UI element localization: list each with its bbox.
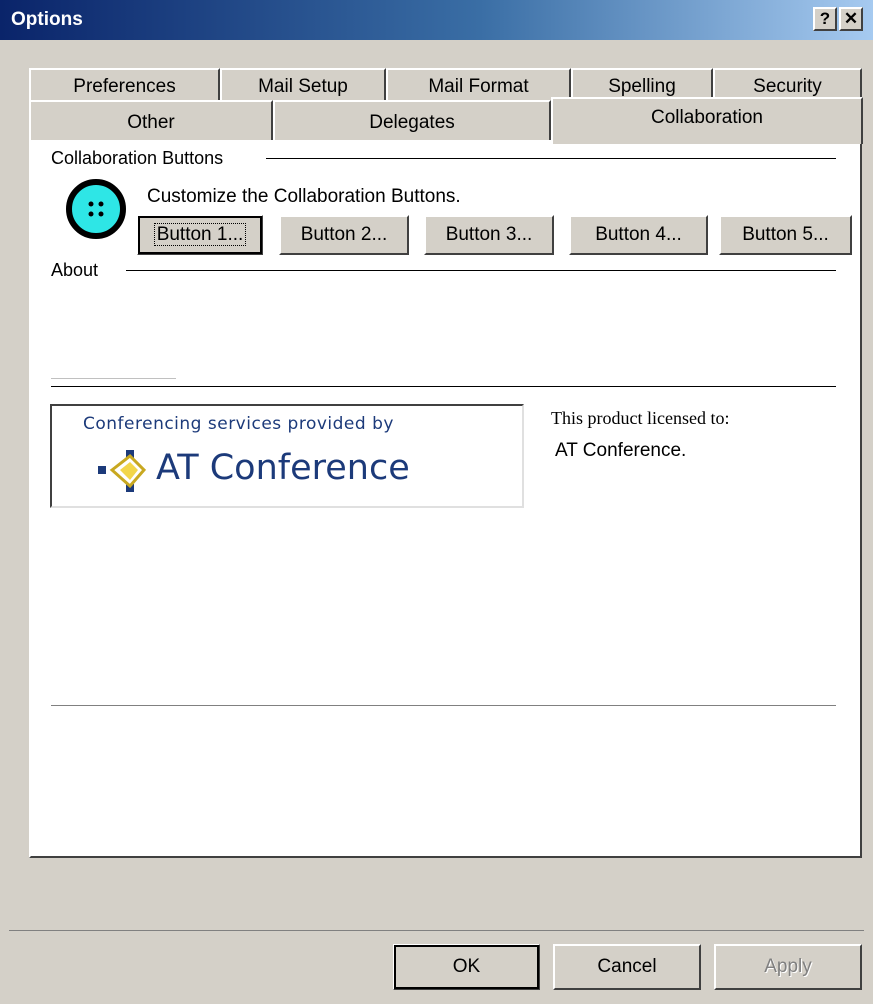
button-label: Button 3...	[445, 224, 533, 245]
collaboration-button-icon	[66, 179, 126, 239]
tab-label: Mail Format	[428, 76, 529, 97]
tab-label: Spelling	[608, 76, 676, 97]
tab-panel-collaboration: Collaboration Buttons Customize the Coll…	[29, 140, 862, 858]
collab-button-3[interactable]: Button 3...	[424, 215, 554, 255]
logo-caption: Conferencing services provided by	[83, 414, 394, 434]
tab-preferences[interactable]: Preferences	[29, 68, 220, 100]
tab-label: Other	[127, 112, 175, 133]
conference-logo: Conferencing services provided by AT Con…	[50, 404, 524, 508]
button-label: Apply	[764, 956, 812, 977]
tab-spelling[interactable]: Spelling	[571, 68, 713, 100]
section-divider	[266, 158, 836, 159]
about-label: About	[51, 260, 105, 281]
tab-delegates[interactable]: Delegates	[273, 100, 551, 140]
button-label: Button 1...	[153, 223, 247, 246]
button-label: Button 5...	[742, 224, 829, 245]
cancel-button[interactable]: Cancel	[553, 944, 701, 990]
collab-button-1[interactable]: Button 1...	[137, 215, 263, 255]
tab-label: Collaboration	[651, 107, 763, 128]
about-divider	[51, 386, 836, 387]
tab-collaboration[interactable]: Collaboration	[551, 97, 863, 144]
bottom-divider	[51, 705, 836, 706]
tab-label: Security	[753, 76, 822, 97]
tab-mail-setup[interactable]: Mail Setup	[220, 68, 386, 100]
button-label: Button 2...	[300, 224, 388, 245]
conference-logo-icon	[98, 450, 147, 492]
button-label: OK	[452, 956, 481, 977]
button-label: Cancel	[597, 956, 657, 977]
collaboration-buttons-label: Collaboration Buttons	[51, 148, 230, 169]
short-divider	[51, 378, 176, 379]
button-label: Button 4...	[595, 224, 682, 245]
collab-button-5[interactable]: Button 5...	[719, 215, 852, 255]
tab-label: Preferences	[73, 76, 176, 97]
tab-label: Mail Setup	[258, 76, 348, 97]
customize-text: Customize the Collaboration Buttons.	[147, 186, 461, 207]
help-icon: ?	[819, 9, 831, 28]
apply-button[interactable]: Apply	[714, 944, 862, 990]
tab-label: Delegates	[369, 112, 455, 133]
ok-button[interactable]: OK	[393, 944, 540, 990]
collab-button-4[interactable]: Button 4...	[569, 215, 708, 255]
licensed-to-value: AT Conference.	[555, 440, 687, 461]
logo-brand: AT Conference	[156, 448, 410, 488]
window-title: Options	[11, 9, 83, 30]
title-bar: Options ? ✕	[0, 0, 873, 42]
tab-mail-format[interactable]: Mail Format	[386, 68, 571, 100]
collab-button-2[interactable]: Button 2...	[279, 215, 409, 255]
licensed-to-label: This product licensed to:	[551, 408, 730, 428]
section-divider	[126, 270, 836, 271]
tab-security[interactable]: Security	[713, 68, 862, 100]
help-button[interactable]: ?	[813, 7, 837, 31]
footer-separator	[9, 930, 864, 931]
close-icon: ✕	[843, 9, 859, 28]
close-button[interactable]: ✕	[839, 7, 863, 31]
tab-other[interactable]: Other	[29, 100, 273, 140]
